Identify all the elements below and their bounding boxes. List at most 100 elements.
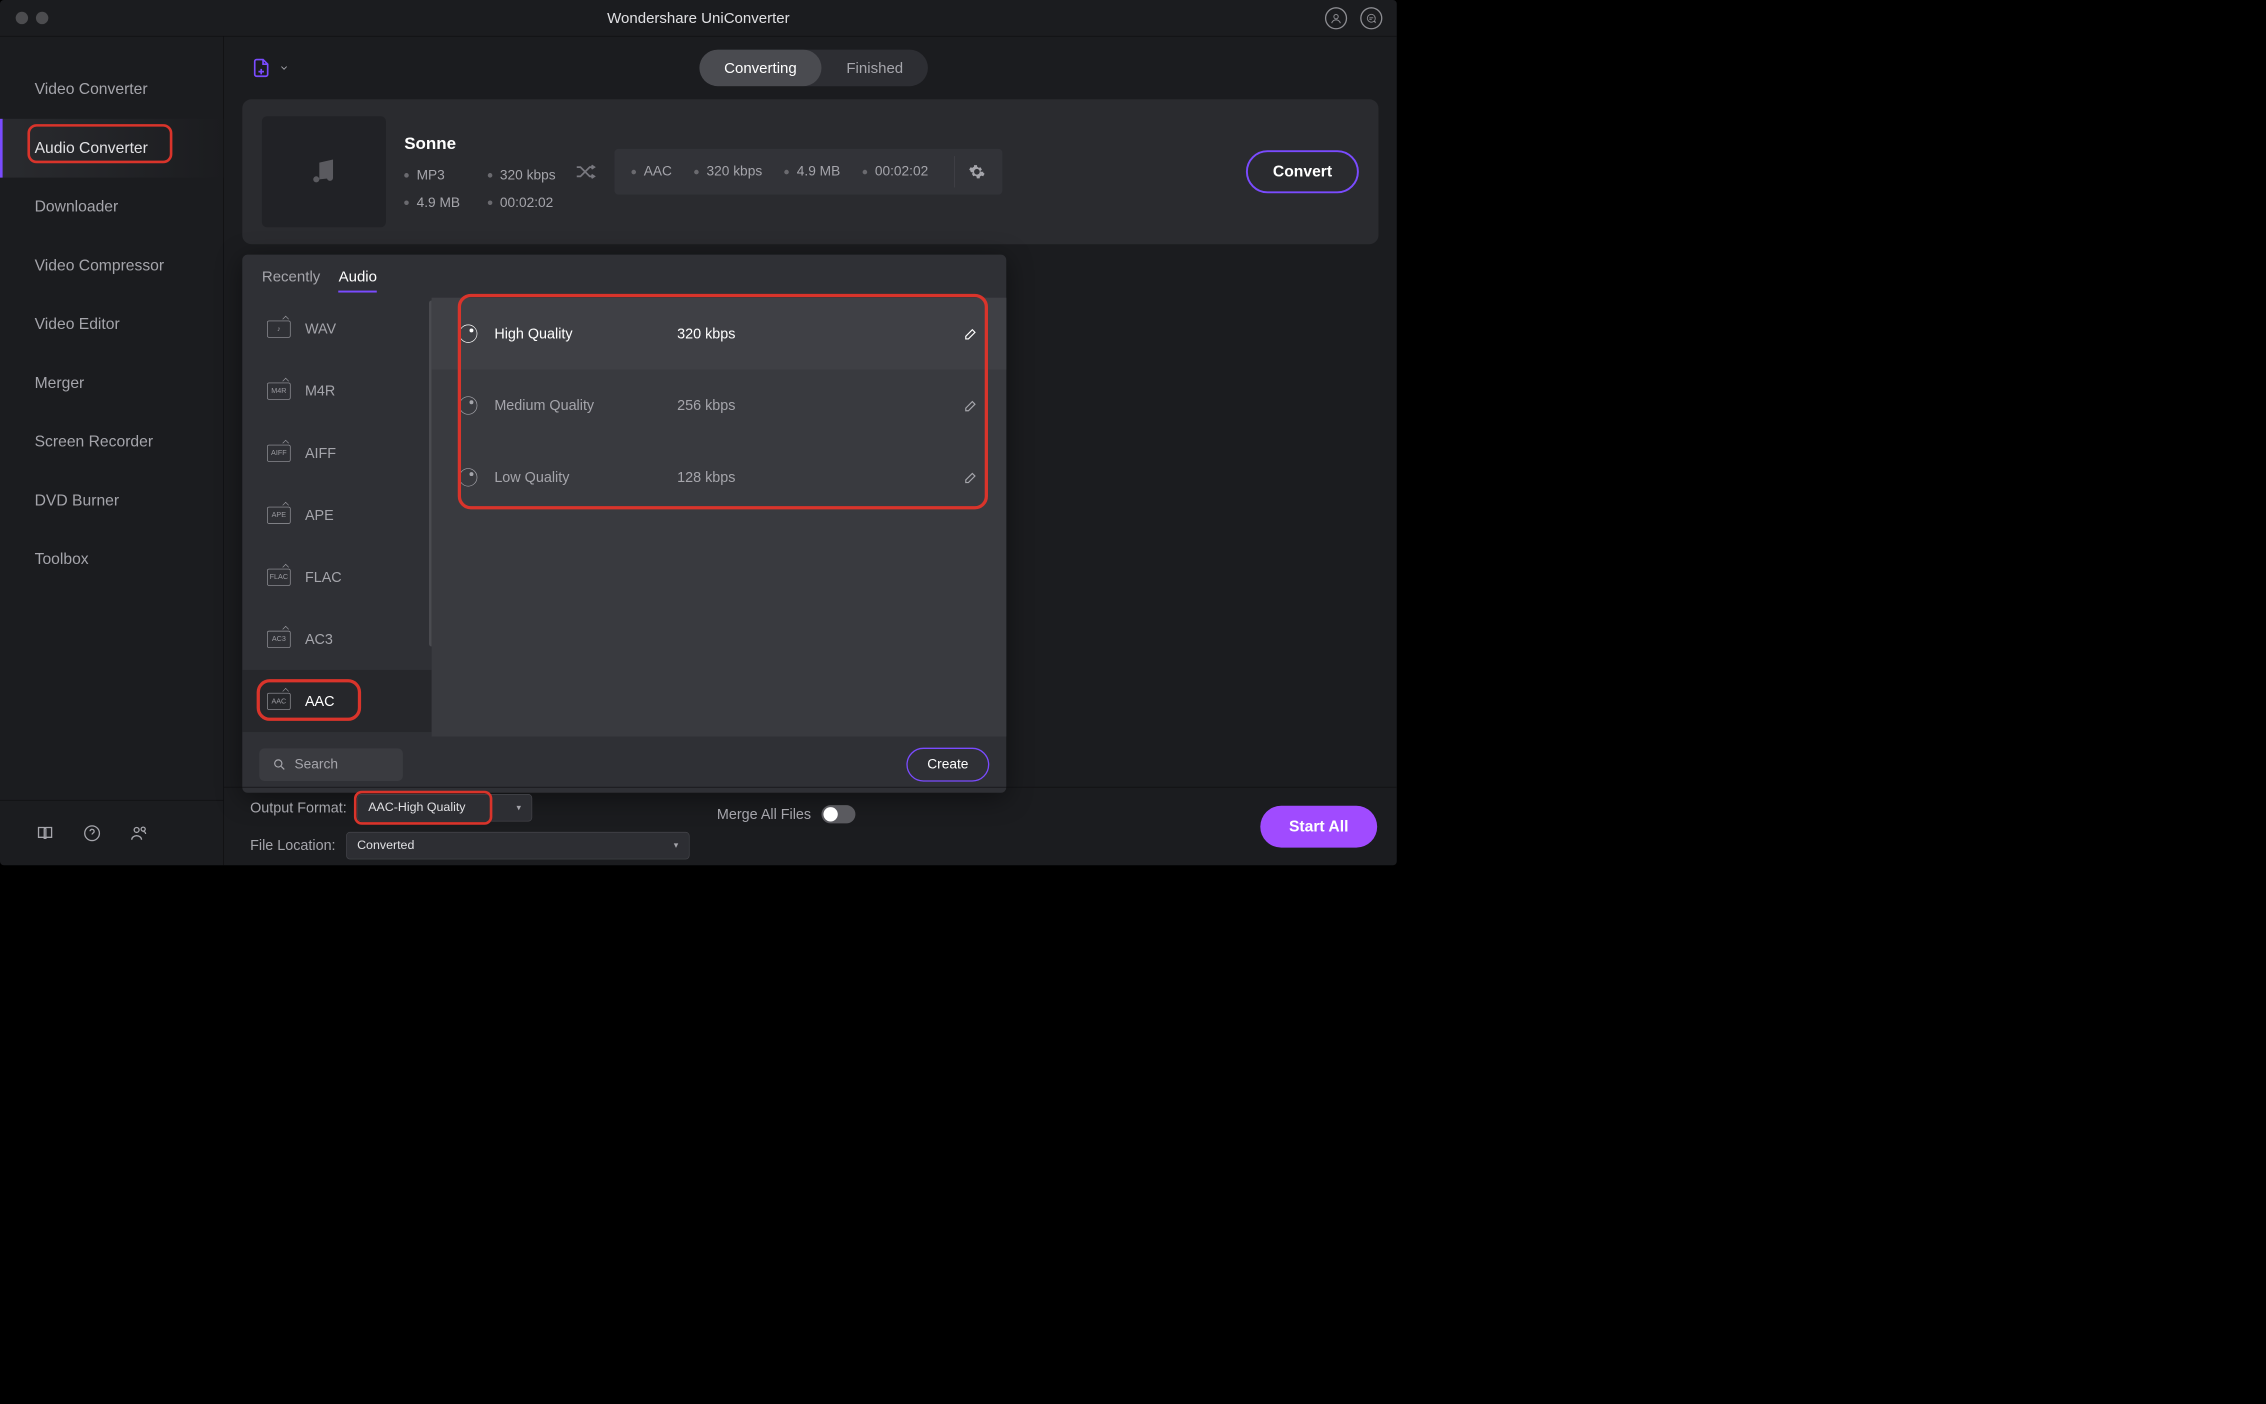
- sidebar-item-toolbox[interactable]: Toolbox: [0, 530, 223, 589]
- output-summary[interactable]: AAC 320 kbps 4.9 MB 00:02:02: [614, 149, 1002, 195]
- add-file-button[interactable]: [250, 57, 289, 79]
- app-title: Wondershare UniConverter: [0, 9, 1397, 27]
- sidebar-item-label: Video Converter: [35, 80, 148, 98]
- start-all-button[interactable]: Start All: [1260, 805, 1377, 847]
- format-badge-icon: M4R: [267, 382, 291, 399]
- quality-high[interactable]: High Quality 320 kbps: [432, 298, 1007, 370]
- quality-label: High Quality: [494, 325, 677, 342]
- sidebar-item-audio-converter[interactable]: Audio Converter: [0, 119, 223, 178]
- file-location-label: File Location:: [250, 837, 335, 854]
- format-ac3[interactable]: AC3 AC3: [242, 608, 431, 670]
- format-flac[interactable]: FLAC FLAC: [242, 546, 431, 608]
- tab-finished[interactable]: Finished: [822, 50, 928, 87]
- format-list: ♪ WAV M4R M4R AIFF AIFF APE APE FLAC FLAC AC3…: [242, 298, 431, 737]
- quality-rate: 128 kbps: [677, 469, 735, 486]
- src-codec: MP3: [404, 167, 460, 183]
- sidebar-item-screen-recorder[interactable]: Screen Recorder: [0, 413, 223, 472]
- status-tabs: Converting Finished: [699, 50, 928, 87]
- format-badge-icon: AC3: [267, 630, 291, 647]
- format-label: APE: [305, 506, 334, 523]
- file-location-select[interactable]: Converted ▾: [346, 832, 689, 859]
- edit-icon[interactable]: [963, 326, 979, 342]
- dst-size: 4.9 MB: [784, 164, 840, 180]
- disc-icon: [459, 468, 477, 486]
- file-name: Sonne: [404, 133, 555, 153]
- search-icon: [272, 757, 286, 771]
- edit-icon[interactable]: [963, 398, 979, 414]
- format-aiff[interactable]: AIFF AIFF: [242, 422, 431, 484]
- sidebar-item-label: Video Compressor: [35, 257, 165, 275]
- quality-label: Medium Quality: [494, 397, 677, 414]
- tab-converting[interactable]: Converting: [699, 50, 821, 87]
- chevron-down-icon: ▾: [674, 840, 679, 851]
- sidebar-item-label: Downloader: [35, 198, 119, 216]
- src-duration: 00:02:02: [487, 195, 555, 211]
- audio-thumbnail[interactable]: [262, 116, 386, 227]
- quality-low[interactable]: Low Quality 128 kbps: [432, 441, 1007, 513]
- help-icon[interactable]: [82, 823, 102, 843]
- src-bitrate: 320 kbps: [487, 167, 555, 183]
- format-label: AC3: [305, 630, 333, 647]
- sidebar-item-downloader[interactable]: Downloader: [0, 178, 223, 237]
- format-badge-icon: APE: [267, 506, 291, 523]
- chevron-down-icon: [279, 63, 289, 73]
- sidebar-item-video-converter[interactable]: Video Converter: [0, 60, 223, 119]
- gear-icon[interactable]: [954, 156, 985, 187]
- sidebar-item-label: Merger: [35, 374, 85, 392]
- disc-icon: [459, 396, 477, 414]
- format-badge-icon: ♪: [267, 320, 291, 337]
- sidebar-item-label: Audio Converter: [35, 139, 148, 157]
- tab-audio[interactable]: Audio: [339, 268, 377, 293]
- output-format-value: AAC-High Quality: [368, 800, 465, 814]
- sidebar-item-label: Video Editor: [35, 315, 120, 333]
- format-label: FLAC: [305, 568, 342, 585]
- sidebar-item-dvd-burner[interactable]: DVD Burner: [0, 471, 223, 530]
- sidebar-item-video-editor[interactable]: Video Editor: [0, 295, 223, 354]
- quality-list: High Quality 320 kbps Medium Quality 256…: [432, 298, 1007, 737]
- search-placeholder: Search: [295, 757, 338, 773]
- bottom-bar: Output Format: AAC-High Quality ▾ File L…: [224, 787, 1397, 865]
- edit-icon[interactable]: [963, 470, 979, 486]
- titlebar: Wondershare UniConverter: [0, 0, 1397, 37]
- format-label: AIFF: [305, 444, 336, 461]
- chevron-down-icon: ▾: [516, 802, 521, 813]
- sidebar-item-label: Toolbox: [35, 550, 89, 568]
- quality-rate: 320 kbps: [677, 325, 735, 342]
- merge-label: Merge All Files: [717, 805, 811, 822]
- merge-toggle[interactable]: [822, 805, 856, 823]
- shuffle-icon: [574, 161, 596, 183]
- disc-icon: [459, 325, 477, 343]
- sidebar: Video Converter Audio Converter Download…: [0, 37, 224, 866]
- src-size: 4.9 MB: [404, 195, 460, 211]
- sidebar-item-merger[interactable]: Merger: [0, 354, 223, 413]
- search-input[interactable]: Search: [259, 748, 403, 781]
- dst-codec: AAC: [631, 164, 672, 180]
- format-label: M4R: [305, 382, 335, 399]
- format-badge-icon: AAC: [267, 693, 291, 710]
- format-m4r[interactable]: M4R M4R: [242, 360, 431, 422]
- format-badge-icon: AIFF: [267, 444, 291, 461]
- create-button[interactable]: Create: [906, 748, 989, 782]
- format-label: WAV: [305, 320, 336, 337]
- quality-rate: 256 kbps: [677, 397, 735, 414]
- output-format-select[interactable]: AAC-High Quality ▾: [357, 794, 532, 821]
- format-popover: Recently Audio ♪WAV M4RM4R AIFFAIFF APEA…: [242, 255, 1006, 793]
- format-aac[interactable]: AAC AAC: [242, 670, 431, 732]
- sidebar-item-video-compressor[interactable]: Video Compressor: [0, 236, 223, 295]
- book-icon[interactable]: [35, 823, 55, 843]
- convert-button[interactable]: Convert: [1246, 150, 1359, 193]
- sidebar-item-label: Screen Recorder: [35, 433, 153, 451]
- format-wav[interactable]: ♪ WAV: [242, 298, 431, 360]
- file-location-value: Converted: [357, 838, 414, 852]
- sidebar-item-label: DVD Burner: [35, 492, 119, 510]
- format-label: AAC: [305, 693, 335, 710]
- dst-duration: 00:02:02: [862, 164, 928, 180]
- dst-bitrate: 320 kbps: [694, 164, 762, 180]
- quality-label: Low Quality: [494, 469, 677, 486]
- quality-medium[interactable]: Medium Quality 256 kbps: [432, 370, 1007, 442]
- format-ape[interactable]: APE APE: [242, 484, 431, 546]
- share-icon[interactable]: [129, 823, 149, 843]
- format-badge-icon: FLAC: [267, 568, 291, 585]
- file-card: Sonne MP3 4.9 MB 320 kbps 00:02:02: [242, 99, 1378, 244]
- tab-recently[interactable]: Recently: [262, 268, 320, 293]
